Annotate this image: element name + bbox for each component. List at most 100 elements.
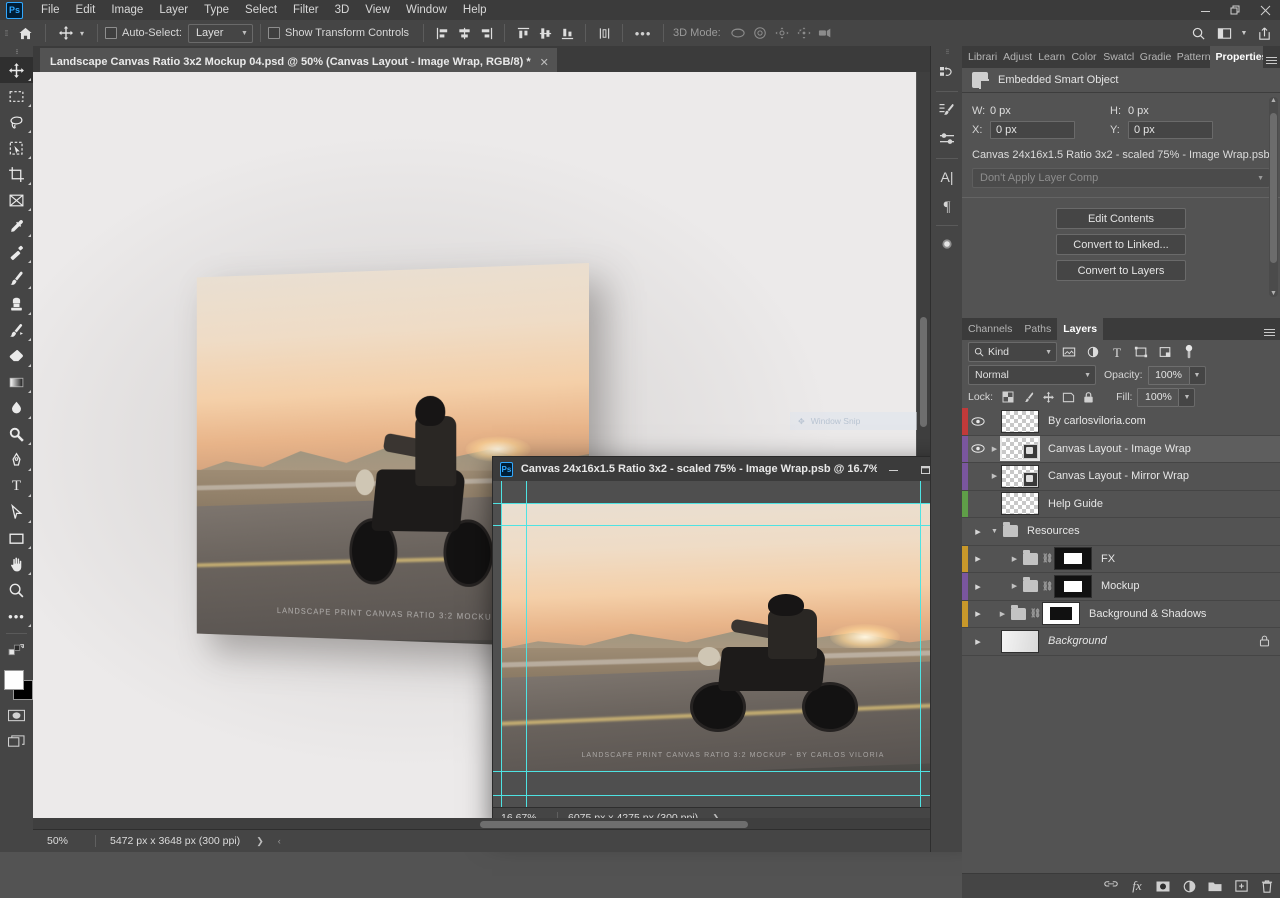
layer-expand-arrow[interactable]	[988, 628, 1001, 655]
layer-style-icon[interactable]: fx	[1124, 874, 1150, 898]
properties-scrollbar[interactable]: ▲ ▼	[1269, 97, 1278, 297]
character-icon[interactable]: A|	[931, 162, 963, 192]
layer-list[interactable]: By carlosviloria.com ▶ Canvas Layout - I…	[962, 408, 1280, 856]
layer-visibility-icon[interactable]: ▸	[968, 573, 988, 600]
table-row[interactable]: ▸ ▶ ⛓ Mockup	[962, 573, 1280, 601]
align-horizontal-centers-icon[interactable]	[453, 22, 475, 44]
spot-healing-brush-tool[interactable]	[0, 239, 33, 265]
filter-shape-icon[interactable]	[1129, 342, 1153, 362]
layer-name[interactable]: Help Guide	[1048, 498, 1103, 510]
mask-link-icon[interactable]: ⛓	[1041, 553, 1054, 564]
restore-icon[interactable]	[1220, 0, 1250, 20]
menu-file[interactable]: File	[33, 2, 68, 18]
filter-smartobject-icon[interactable]	[1153, 342, 1177, 362]
menu-type[interactable]: Type	[196, 2, 237, 18]
table-row[interactable]: ▸ ▶ ⛓ Background & Shadows	[962, 600, 1280, 628]
layer-name[interactable]: Canvas Layout - Mirror Wrap	[1048, 470, 1189, 482]
crop-tool[interactable]	[0, 161, 33, 187]
scroll-down-icon[interactable]: ▼	[1270, 290, 1277, 297]
layer-name[interactable]: By carlosviloria.com	[1048, 415, 1146, 427]
tool-preset-chevron-icon[interactable]: ▾	[79, 29, 90, 38]
tab-channels[interactable]: Channels	[962, 318, 1018, 340]
layer-name[interactable]: Mockup	[1101, 580, 1140, 592]
eyedropper-tool[interactable]	[0, 213, 33, 239]
edit-toolbar-icon[interactable]: •••	[0, 603, 33, 629]
history-icon[interactable]	[931, 58, 963, 88]
filter-adjustment-icon[interactable]	[1081, 342, 1105, 362]
edit-contents-button[interactable]: Edit Contents	[1056, 208, 1186, 229]
table-row[interactable]: ▶ Canvas Layout - Mirror Wrap	[962, 463, 1280, 491]
minimize-icon[interactable]	[877, 457, 909, 481]
layer-visibility-icon[interactable]: ▸	[968, 518, 988, 545]
layer-comp-select[interactable]: Don't Apply Layer Comp ▼	[972, 168, 1270, 188]
filter-kind-select[interactable]: Kind ▼	[968, 342, 1057, 362]
lock-position-icon[interactable]	[1038, 388, 1058, 406]
mask-link-icon[interactable]: ⛓	[1041, 581, 1054, 592]
new-group-icon[interactable]	[1202, 874, 1228, 898]
align-vertical-centers-icon[interactable]	[534, 22, 556, 44]
layer-thumbnail[interactable]	[1001, 464, 1039, 488]
chevron-right-icon[interactable]: ❯	[256, 836, 264, 847]
tab-gradients[interactable]: Gradie	[1134, 46, 1171, 68]
scrollbar-thumb[interactable]	[480, 821, 748, 828]
hand-tool[interactable]	[0, 551, 33, 577]
screen-mode-icon[interactable]	[0, 728, 33, 754]
layer-thumbnail[interactable]	[1001, 492, 1039, 516]
link-layers-icon[interactable]	[1098, 874, 1124, 898]
tab-learn[interactable]: Learn	[1032, 46, 1065, 68]
tab-layers[interactable]: Layers	[1057, 318, 1104, 340]
workspace-icon[interactable]	[1212, 22, 1236, 44]
brush-tool[interactable]	[0, 265, 33, 291]
tab-paths[interactable]: Paths	[1018, 318, 1057, 340]
blend-mode-select[interactable]: Normal ▼	[968, 365, 1096, 385]
rotate-3d-icon[interactable]	[727, 22, 749, 44]
foreground-color-swatch[interactable]	[4, 670, 24, 690]
close-icon[interactable]	[1250, 0, 1280, 20]
pen-tool[interactable]	[0, 447, 33, 473]
tools-panel-grip[interactable]: ⁝⁝	[0, 46, 33, 57]
clone-stamp-tool[interactable]	[0, 291, 33, 317]
tab-patterns[interactable]: Pattern	[1171, 46, 1210, 68]
layer-visibility-icon[interactable]	[968, 408, 988, 435]
convert-to-linked-button[interactable]: Convert to Linked...	[1056, 234, 1186, 255]
lock-artboard-nesting-icon[interactable]	[1058, 388, 1078, 406]
dock-grip[interactable]: ⁝⁝	[931, 46, 963, 58]
brush-settings-icon[interactable]	[931, 95, 963, 125]
roll-3d-icon[interactable]	[749, 22, 771, 44]
move-tool[interactable]	[0, 57, 33, 83]
filter-toggle-icon[interactable]	[1177, 342, 1201, 362]
new-layer-icon[interactable]	[1228, 874, 1254, 898]
more-options-icon[interactable]: •••	[630, 22, 656, 44]
tab-swatches[interactable]: Swatcl	[1097, 46, 1133, 68]
eraser-tool[interactable]	[0, 343, 33, 369]
paragraph-icon[interactable]: ¶	[931, 192, 963, 222]
scrollbar-thumb[interactable]	[920, 317, 927, 427]
minimize-icon[interactable]	[1190, 0, 1220, 20]
y-field[interactable]: 0 px	[1128, 120, 1213, 139]
panel-menu-icon[interactable]	[1263, 46, 1280, 68]
layer-expand-arrow[interactable]: ▶	[988, 436, 1001, 463]
tab-color[interactable]: Color	[1065, 46, 1097, 68]
layer-mask-thumbnail[interactable]	[1054, 574, 1092, 598]
layer-name[interactable]: Background & Shadows	[1089, 608, 1206, 620]
history-brush-tool[interactable]	[0, 317, 33, 343]
layer-visibility-icon[interactable]: ▸	[968, 628, 988, 655]
table-row[interactable]: ▶ Canvas Layout - Image Wrap	[962, 435, 1280, 463]
window-snip-ghost[interactable]: ✥ Window Snip	[790, 412, 930, 430]
layer-thumbnail[interactable]	[1001, 629, 1039, 653]
close-icon[interactable]: ✕	[540, 56, 549, 69]
align-bottom-edges-icon[interactable]	[556, 22, 578, 44]
auto-select-scope-select[interactable]: Layer ▼	[187, 23, 253, 43]
tab-libraries[interactable]: Librari	[962, 46, 997, 68]
layer-expand-arrow[interactable]: ▼	[988, 518, 1001, 545]
share-icon[interactable]	[1252, 22, 1276, 44]
layer-visibility-icon[interactable]: ▸	[968, 601, 988, 628]
mask-link-icon[interactable]: ⛓	[1029, 608, 1042, 619]
brush-presets-icon[interactable]	[931, 125, 963, 155]
layer-visibility-icon[interactable]: ▸	[968, 546, 988, 573]
table-row[interactable]: ▸ ▶ ⛓ FX	[962, 545, 1280, 573]
scale-3d-icon[interactable]	[815, 22, 837, 44]
menu-select[interactable]: Select	[237, 2, 285, 18]
lock-image-pixels-icon[interactable]	[1018, 388, 1038, 406]
filter-pixel-icon[interactable]	[1057, 342, 1081, 362]
